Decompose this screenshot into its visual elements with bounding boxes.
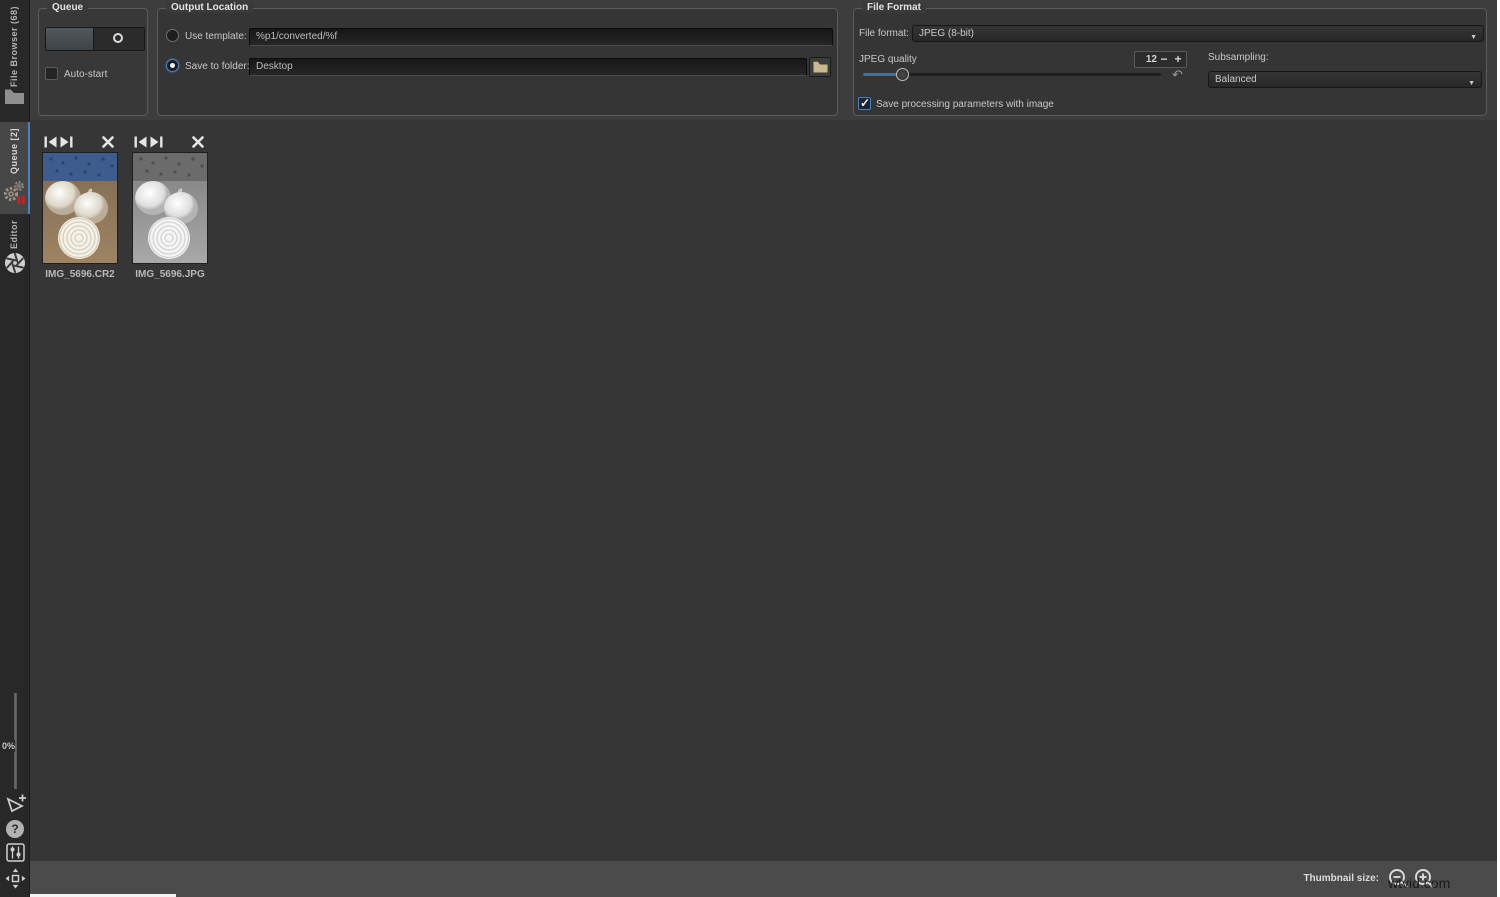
pointer-add-icon[interactable] xyxy=(5,792,28,820)
save-to-folder-label: Save to folder: xyxy=(185,61,249,72)
sidebar-tab-file-browser[interactable]: File Browser (68) xyxy=(0,0,30,118)
sidebar-tab-queue[interactable]: Queue [2] xyxy=(0,122,30,214)
move-to-front-icon[interactable] xyxy=(134,135,147,153)
queue-item-1-controls xyxy=(42,134,118,150)
gears-queue-icon xyxy=(3,176,27,211)
jpeg-quality-slider[interactable] xyxy=(863,68,1161,81)
sidebar-tab-queue-label: Queue [2] xyxy=(9,128,19,174)
sidebar: File Browser (68) Queue [2] Editor xyxy=(0,0,30,897)
sidebar-tab-editor-label: Editor xyxy=(9,220,19,249)
queue-item-2: IMG_5696.JPG xyxy=(132,134,208,280)
record-circle-icon xyxy=(113,33,123,43)
pan-move-icon[interactable] xyxy=(5,868,26,894)
move-to-front-icon[interactable] xyxy=(44,135,57,153)
queue-thumbnails-area: IMG_5696.CR2 xyxy=(30,120,1497,861)
auto-start-label: Auto-start xyxy=(64,69,107,80)
chevron-down-icon: ▼ xyxy=(1468,76,1475,91)
subsampling-dropdown[interactable]: Balanced ▼ xyxy=(1208,71,1482,88)
output-location-panel: Output Location Use template: %p1/conver… xyxy=(157,8,838,116)
file-format-panel-title: File Format xyxy=(862,2,926,13)
help-icon[interactable]: ? xyxy=(6,820,24,838)
queue-item-2-controls xyxy=(132,134,208,150)
auto-start-checkbox[interactable] xyxy=(45,67,58,80)
file-format-dropdown[interactable]: JPEG (8-bit) ▼ xyxy=(912,25,1484,42)
folder-icon xyxy=(4,88,25,110)
chevron-down-icon: ▼ xyxy=(1470,30,1477,45)
subsampling-value: Balanced xyxy=(1215,74,1257,85)
quality-increment-button[interactable]: + xyxy=(1171,52,1185,67)
output-location-panel-title: Output Location xyxy=(166,2,253,13)
thumbnail-size-label: Thumbnail size: xyxy=(1303,873,1379,884)
move-to-end-icon[interactable] xyxy=(60,135,73,153)
save-to-folder-radio[interactable] xyxy=(166,59,179,72)
jpeg-quality-label: JPEG quality xyxy=(859,54,917,65)
sidebar-tab-file-browser-label: File Browser (68) xyxy=(9,6,19,87)
file-format-label: File format: xyxy=(859,28,909,39)
use-template-label: Use template: xyxy=(185,31,247,42)
quality-decrement-button[interactable]: − xyxy=(1157,52,1171,67)
watermark: wtvid.com xyxy=(1388,875,1450,891)
queue-progress-bar xyxy=(46,28,94,50)
queue-panel-title: Queue xyxy=(47,2,88,13)
bottom-bar: Thumbnail size: xyxy=(30,861,1497,897)
folder-icon xyxy=(813,61,828,73)
sidebar-tab-editor[interactable]: Editor xyxy=(0,216,30,282)
mixer-icon[interactable] xyxy=(6,843,25,867)
thumbnail-image-grayscale[interactable] xyxy=(132,152,208,264)
move-to-end-icon[interactable] xyxy=(150,135,163,153)
browse-folder-button[interactable] xyxy=(809,57,831,77)
jpeg-quality-spinner: 12 − + xyxy=(1134,51,1187,68)
use-template-radio[interactable] xyxy=(166,29,179,42)
save-params-checkbox[interactable] xyxy=(858,97,871,110)
save-params-label: Save processing parameters with image xyxy=(876,99,1054,110)
template-input[interactable]: %p1/converted/%f xyxy=(249,28,833,46)
aperture-icon xyxy=(4,252,26,279)
queue-progress-row xyxy=(45,27,145,51)
slider-knob[interactable] xyxy=(896,68,909,81)
file-format-panel: File Format File format: JPEG (8-bit) ▼ … xyxy=(853,8,1487,116)
queue-item-1: IMG_5696.CR2 xyxy=(42,134,118,280)
file-format-value: JPEG (8-bit) xyxy=(919,28,974,39)
reset-quality-icon[interactable]: ↷ xyxy=(1172,67,1183,83)
folder-input[interactable]: Desktop xyxy=(249,58,807,76)
remove-icon[interactable] xyxy=(102,135,114,153)
remove-icon[interactable] xyxy=(192,135,204,153)
thumbnail-filename: IMG_5696.CR2 xyxy=(42,269,118,280)
thumbnail-filename: IMG_5696.JPG xyxy=(132,269,208,280)
sidebar-progress-label: 0% xyxy=(2,740,15,752)
queue-panel: Queue Auto-start xyxy=(38,8,148,116)
jpeg-quality-value: 12 xyxy=(1135,54,1157,65)
start-queue-button[interactable] xyxy=(94,28,144,50)
thumbnail-image-color[interactable] xyxy=(42,152,118,264)
subsampling-label: Subsampling: xyxy=(1208,52,1269,63)
app-window: File Browser (68) Queue [2] Editor xyxy=(0,0,1497,897)
